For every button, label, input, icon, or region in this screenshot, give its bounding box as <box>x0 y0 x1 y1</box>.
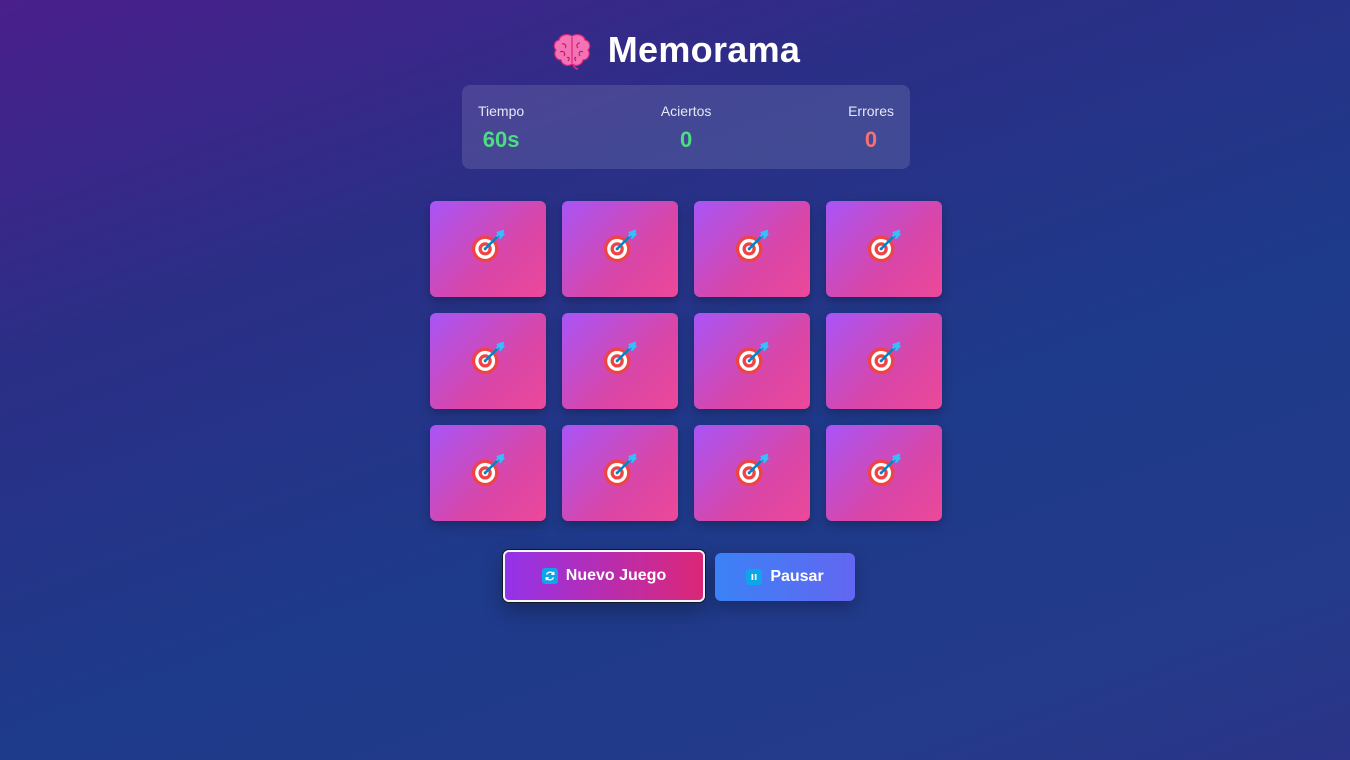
target-dart-icon <box>601 452 639 495</box>
memory-card[interactable] <box>562 201 678 297</box>
memory-card[interactable] <box>694 313 810 409</box>
new-game-label: Nuevo Juego <box>565 567 667 584</box>
memory-card[interactable] <box>562 313 678 409</box>
memory-card[interactable] <box>826 425 942 521</box>
stats-panel: Tiempo 60s Aciertos 0 Errores 0 <box>462 85 910 169</box>
target-dart-icon <box>469 452 507 495</box>
target-dart-icon <box>601 340 639 383</box>
target-dart-icon <box>865 228 903 271</box>
stat-time: Tiempo 60s <box>478 103 524 153</box>
target-dart-icon <box>469 228 507 271</box>
target-dart-icon <box>733 452 771 495</box>
stat-hits-label: Aciertos <box>660 103 712 119</box>
stat-errors: Errores 0 <box>848 103 894 153</box>
page-title: Memorama <box>607 29 801 70</box>
target-dart-icon <box>865 452 903 495</box>
stat-hits-value: 0 <box>680 127 693 152</box>
header: Memorama <box>0 28 1350 72</box>
controls: Nuevo Juego Pausar <box>0 550 1350 602</box>
stat-time-label: Tiempo <box>478 103 525 119</box>
memory-card[interactable] <box>694 425 810 521</box>
memory-card[interactable] <box>694 201 810 297</box>
memory-card[interactable] <box>562 425 678 521</box>
stat-errors-label: Errores <box>848 103 894 119</box>
target-dart-icon <box>733 228 771 271</box>
memory-card[interactable] <box>430 313 546 409</box>
target-dart-icon <box>865 340 903 383</box>
memory-card[interactable] <box>826 201 942 297</box>
target-dart-icon <box>601 228 639 271</box>
stat-time-value: 60s <box>482 127 520 152</box>
brain-icon <box>550 28 594 72</box>
target-dart-icon <box>469 340 507 383</box>
pause-button[interactable]: Pausar <box>715 553 855 601</box>
stat-errors-value: 0 <box>864 127 878 152</box>
target-dart-icon <box>733 340 771 383</box>
memory-card[interactable] <box>430 425 546 521</box>
new-game-button[interactable]: Nuevo Juego <box>503 550 705 602</box>
refresh-icon <box>541 568 558 584</box>
memory-card[interactable] <box>826 313 942 409</box>
pause-label: Pausar <box>770 568 824 585</box>
stat-hits: Aciertos 0 <box>661 103 712 153</box>
pause-icon <box>746 569 763 585</box>
memory-card[interactable] <box>430 201 546 297</box>
card-board <box>430 201 942 521</box>
